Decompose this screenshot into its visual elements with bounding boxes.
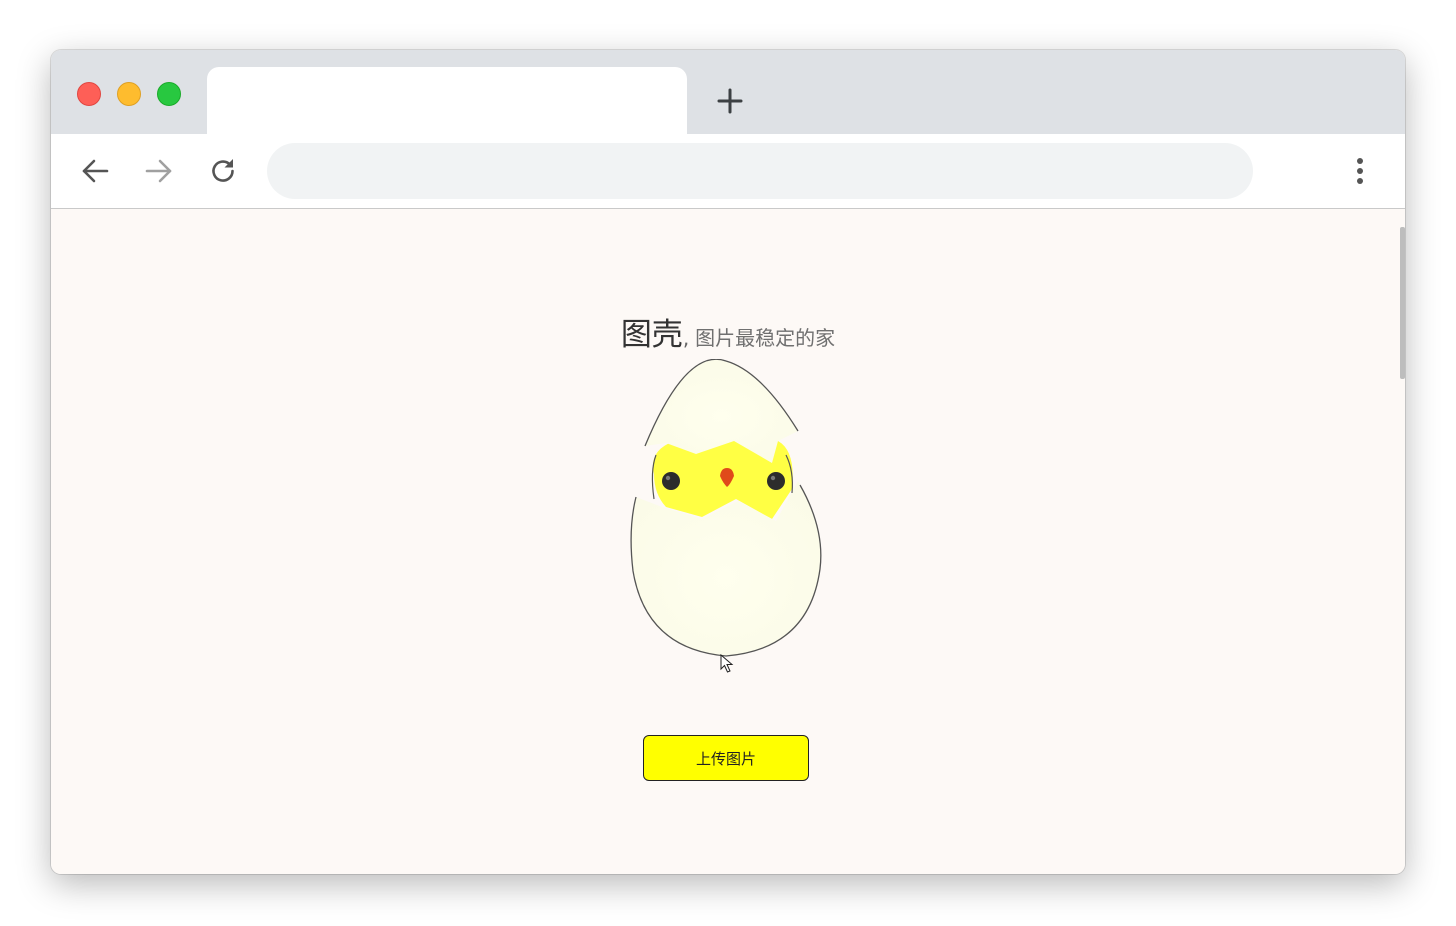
close-window-button[interactable] (77, 82, 101, 106)
address-bar[interactable] (267, 143, 1253, 199)
page-headline: 图壳, 图片最稳定的家 (51, 309, 1405, 354)
minimize-window-button[interactable] (117, 82, 141, 106)
back-button[interactable] (78, 154, 112, 188)
tab-strip (51, 50, 1405, 137)
browser-toolbar (51, 134, 1405, 209)
plus-icon (717, 88, 743, 114)
browser-window: 图壳, 图片最稳定的家 上传图片 (51, 50, 1405, 874)
title-separator: , (682, 326, 690, 350)
more-vertical-icon (1357, 158, 1363, 184)
egg-chick-illustration (630, 359, 822, 657)
brand-tagline: 图片最稳定的家 (695, 326, 836, 350)
chick-right-eye (767, 472, 785, 490)
arrow-right-icon (145, 159, 172, 183)
forward-button[interactable] (142, 154, 176, 188)
mouse-cursor-icon (720, 654, 734, 673)
arrow-left-icon (82, 159, 109, 183)
brand-title: 图壳 (620, 317, 683, 353)
reload-button[interactable] (206, 154, 240, 188)
page-scrollbar[interactable] (1400, 227, 1405, 379)
new-tab-button[interactable] (715, 86, 745, 116)
upload-image-button[interactable]: 上传图片 (643, 735, 809, 781)
chick-left-eye (662, 472, 680, 490)
tab-active[interactable] (207, 67, 687, 137)
browser-menu-button[interactable] (1347, 154, 1373, 188)
page-viewport: 图壳, 图片最稳定的家 上传图片 (51, 209, 1405, 874)
reload-icon (212, 159, 234, 182)
maximize-window-button[interactable] (157, 82, 181, 106)
